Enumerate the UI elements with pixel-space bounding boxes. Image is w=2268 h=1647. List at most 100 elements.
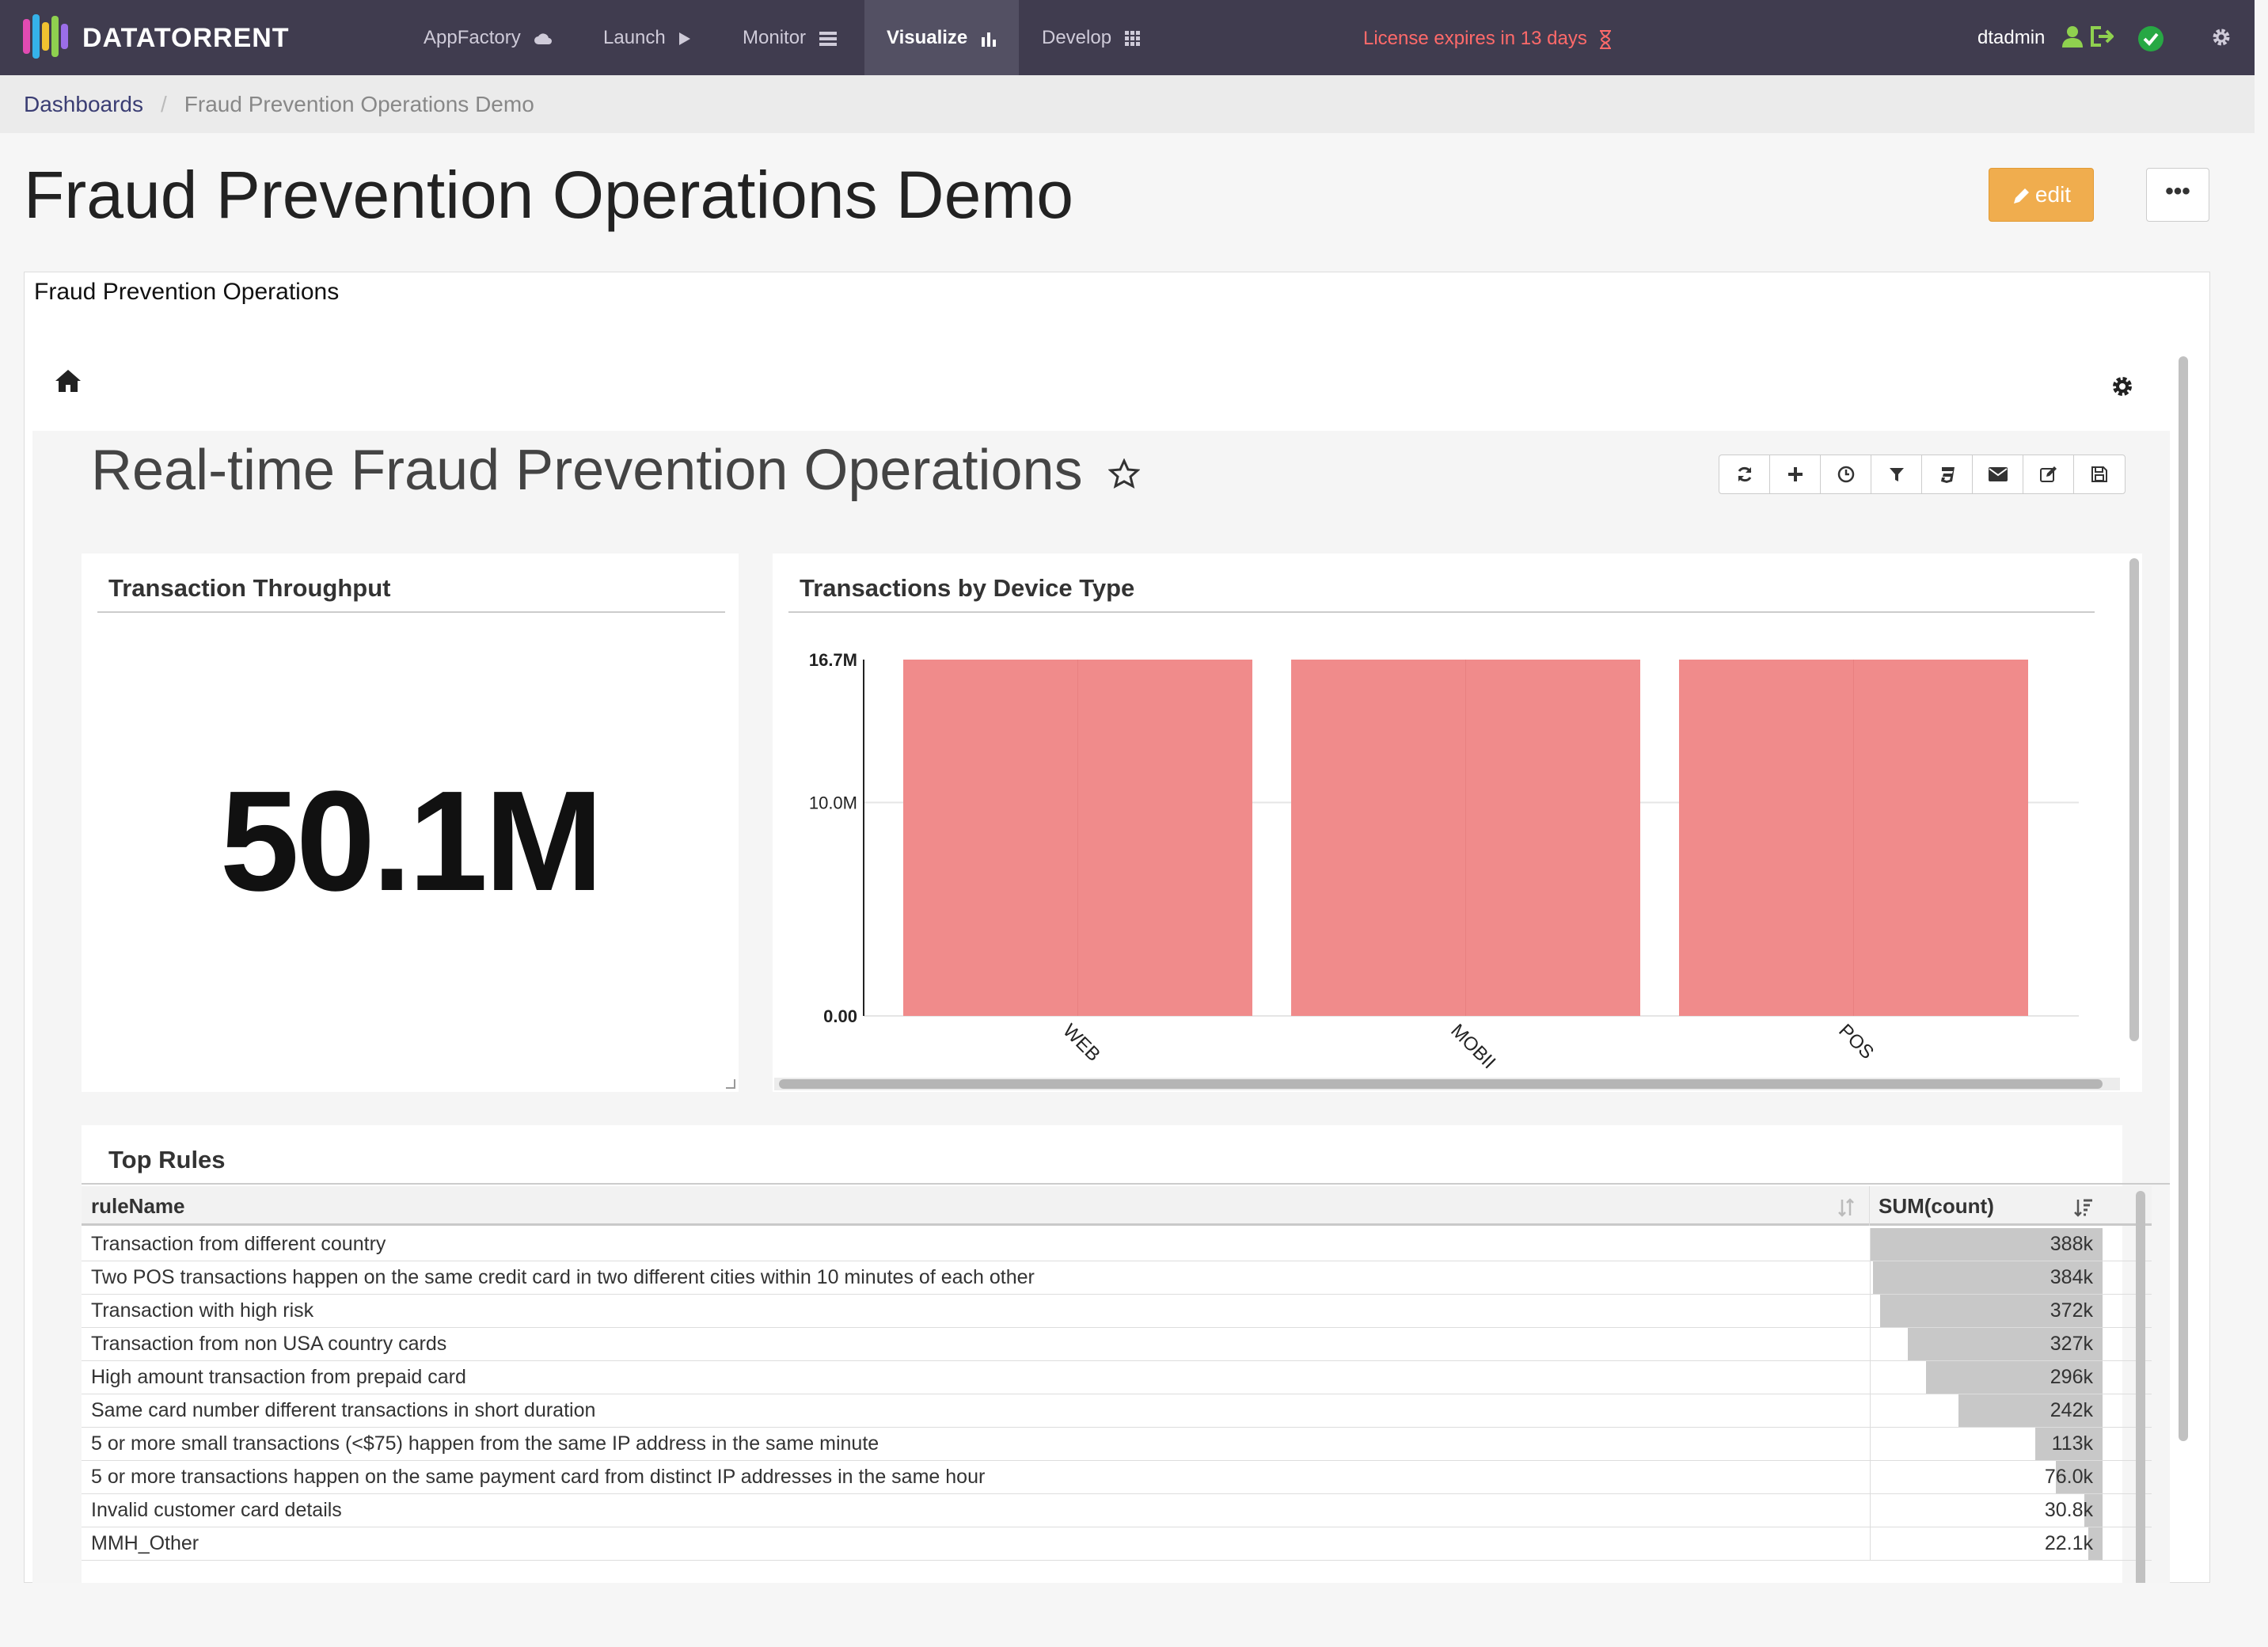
sum-count-value: 296k	[2050, 1366, 2093, 1388]
rule-name-cell: Transaction from different country	[91, 1233, 386, 1255]
edit-button-label: edit	[2034, 182, 2072, 207]
home-icon[interactable]	[55, 369, 82, 393]
column-divider	[1869, 1186, 1870, 1226]
table-row[interactable]: 5 or more transactions happen on the sam…	[82, 1461, 2152, 1494]
table-row[interactable]: 5 or more small transactions (<$75) happ…	[82, 1428, 2152, 1461]
throughput-widget-title: Transaction Throughput	[108, 574, 391, 602]
nav-visualize[interactable]: Visualize	[864, 0, 1019, 75]
brand-name[interactable]: DATATORRENT	[82, 22, 290, 54]
settings-gear-icon[interactable]	[2212, 28, 2231, 47]
cloud-icon	[534, 33, 553, 44]
rule-name-cell: Transaction with high risk	[91, 1299, 314, 1322]
sum-count-value: 372k	[2050, 1299, 2093, 1322]
rule-name-cell: Two POS transactions happen on the same …	[91, 1266, 1035, 1288]
dashboard-canvas: Real-time Fraud Prevention Operations Tr…	[32, 431, 2170, 1583]
chart-horizontal-scrollbar[interactable]	[774, 1078, 2120, 1090]
table-row[interactable]: Transaction from different country 388k	[82, 1228, 2152, 1261]
gear-icon[interactable]	[2111, 375, 2133, 397]
top-rules-widget-title: Top Rules	[108, 1146, 226, 1173]
dashboard-toolbar	[1719, 455, 2126, 494]
y-tick-label: 0.00	[823, 1006, 857, 1026]
table-row[interactable]: High amount transaction from prepaid car…	[82, 1361, 2152, 1394]
filter-icon	[1889, 468, 1904, 481]
sum-count-cell: 296k	[1870, 1361, 2103, 1394]
edit-dashboard-button[interactable]	[2023, 455, 2074, 493]
sum-count-cell: 22.1k	[1870, 1527, 2103, 1560]
table-row[interactable]: Same card number different transactions …	[82, 1394, 2152, 1428]
table-vertical-scrollbar[interactable]	[2132, 1186, 2149, 1583]
resize-handle-icon[interactable]	[724, 1078, 735, 1089]
sum-count-cell: 242k	[1870, 1394, 2103, 1427]
nav-visualize-label: Visualize	[887, 27, 968, 48]
status-ok-icon[interactable]	[2137, 25, 2164, 52]
datatorrent-logo[interactable]	[21, 13, 70, 60]
nav-launch[interactable]: Launch	[603, 0, 698, 75]
chart-horizontal-scrollbar-thumb[interactable]	[779, 1079, 2103, 1089]
filter-button[interactable]	[1871, 455, 1922, 493]
favorite-star-icon[interactable]	[1107, 458, 1141, 490]
device-type-widget: Transactions by Device Type WEB MOBII POS 0…	[773, 553, 2142, 1092]
table-vertical-scrollbar-thumb[interactable]	[2136, 1191, 2145, 1583]
table-row[interactable]: MMH_Other 22.1k	[82, 1527, 2152, 1561]
floppy-disk-icon	[2091, 466, 2107, 482]
y-tick-label: 16.7M	[809, 650, 857, 670]
nav-develop[interactable]: Develop	[1042, 0, 1153, 75]
top-rules-widget: Top Rules ruleName SUM(count) Transactio…	[82, 1125, 2170, 1583]
table-row[interactable]: Two POS transactions happen on the same …	[82, 1261, 2152, 1295]
license-warning[interactable]: License expires in 13 days	[1363, 0, 1612, 78]
nav-appfactory[interactable]: AppFactory	[424, 0, 558, 75]
css-button[interactable]	[1922, 455, 1973, 493]
dashboard-title: Real-time Fraud Prevention Operations	[91, 431, 1141, 510]
bar-chart-icon	[981, 32, 996, 47]
sum-count-value: 22.1k	[2044, 1532, 2093, 1554]
widget-title-divider	[788, 611, 2095, 613]
time-range-button[interactable]	[1821, 455, 1871, 493]
table-row[interactable]: Transaction from non USA country cards 32…	[82, 1328, 2152, 1361]
sort-desc-icon[interactable]	[2073, 1198, 2094, 1219]
save-button[interactable]	[2074, 455, 2125, 493]
table-row[interactable]: Transaction with high risk 372k	[82, 1295, 2152, 1328]
username[interactable]: dtadmin	[1977, 0, 2045, 75]
column-header-rulename[interactable]: ruleName	[91, 1186, 185, 1226]
sum-count-cell: 384k	[1870, 1261, 2103, 1294]
logout-icon[interactable]	[2090, 25, 2114, 48]
envelope-icon	[1988, 467, 2008, 481]
breadcrumb: Dashboards / Fraud Prevention Operations D…	[0, 75, 2255, 133]
chart-vertical-scrollbar[interactable]	[2128, 553, 2141, 1060]
sum-count-value: 76.0k	[2044, 1466, 2093, 1488]
table-row[interactable]: Invalid customer card details 30.8k	[82, 1494, 2152, 1527]
rule-name-cell: Transaction from non USA country cards	[91, 1333, 447, 1355]
x-tick-label: MOBII	[1446, 1020, 1499, 1073]
device-type-bar-chart: WEB MOBII POS 0.00 10.0M 16.7M	[809, 650, 2079, 1073]
nav-appfactory-label: AppFactory	[424, 27, 521, 48]
user-icon[interactable]	[2061, 25, 2084, 48]
widget-title-divider	[82, 1183, 2170, 1185]
nav-monitor[interactable]: Monitor	[743, 0, 853, 75]
sum-count-value: 327k	[2050, 1333, 2093, 1355]
panel-scrollbar[interactable]	[2174, 348, 2191, 1584]
sum-count-cell: 30.8k	[1870, 1494, 2103, 1527]
email-button[interactable]	[1973, 455, 2023, 493]
grid-icon	[1124, 30, 1140, 46]
pencil-icon	[2013, 188, 2029, 203]
panel-scrollbar-thumb[interactable]	[2179, 356, 2188, 1441]
add-widget-button[interactable]	[1770, 455, 1821, 493]
sum-count-value: 30.8k	[2044, 1499, 2093, 1521]
sum-count-cell: 388k	[1870, 1228, 2103, 1261]
more-options-button[interactable]: •••	[2146, 168, 2209, 222]
sum-count-value: 388k	[2050, 1233, 2093, 1255]
sum-count-cell: 372k	[1870, 1295, 2103, 1327]
edit-button[interactable]: edit	[1989, 168, 2094, 222]
chart-vertical-scrollbar-thumb[interactable]	[2129, 558, 2139, 1041]
x-tick-label: POS	[1834, 1020, 1878, 1063]
sort-icon[interactable]	[1837, 1198, 1856, 1217]
column-header-sum-count[interactable]: SUM(count)	[1879, 1186, 1994, 1226]
refresh-button[interactable]	[1719, 455, 1770, 493]
sum-count-cell: 113k	[1870, 1428, 2103, 1460]
sum-count-value: 113k	[2051, 1432, 2093, 1455]
breadcrumb-dashboards-link[interactable]: Dashboards	[24, 92, 143, 116]
throughput-widget: Transaction Throughput 50.1M	[82, 553, 739, 1092]
nav-launch-label: Launch	[603, 27, 666, 48]
nav-monitor-label: Monitor	[743, 27, 807, 48]
sum-count-value: 242k	[2050, 1399, 2093, 1421]
